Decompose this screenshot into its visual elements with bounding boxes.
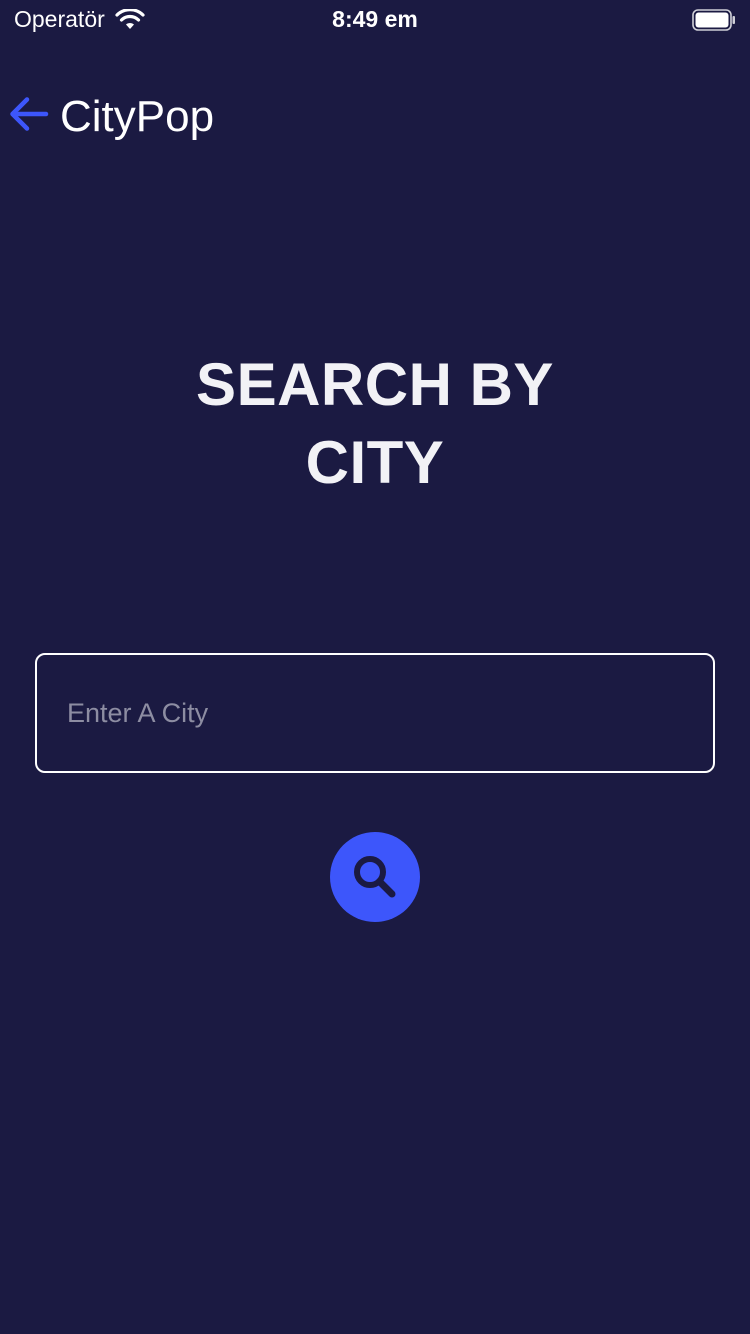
app-title: CityPop	[60, 92, 215, 141]
status-time: 8:49 em	[332, 6, 418, 32]
magnifier-icon	[354, 856, 396, 898]
city-search-input[interactable]	[35, 653, 715, 773]
heading-line-1: SEARCH BY	[196, 351, 554, 418]
navigation-bar: CityPop	[0, 80, 750, 160]
status-bar: Operatör 8:49 em	[0, 0, 750, 40]
battery-icon	[692, 9, 735, 31]
arrow-left-icon[interactable]	[8, 96, 50, 132]
search-button[interactable]	[330, 832, 420, 922]
heading-line-2: CITY	[305, 429, 445, 496]
page-heading: SEARCH BY CITY	[0, 346, 750, 502]
